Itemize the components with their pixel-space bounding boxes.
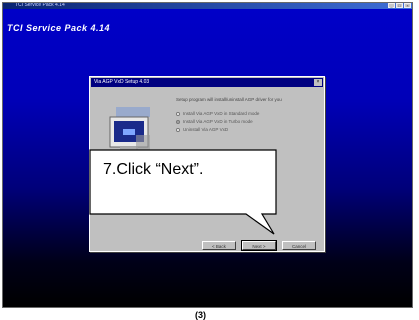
option-standard-mode-label: Install Via AGP VxD in Standard mode xyxy=(183,111,260,116)
radio-uninstall[interactable] xyxy=(176,127,180,132)
dialog-buttons: < Back Next > Cancel xyxy=(202,240,316,251)
maximize-button[interactable]: □ xyxy=(396,3,403,8)
figure-label: (3) xyxy=(195,310,206,320)
dialog-title: Via AGP VxD Setup 4.03 xyxy=(94,79,150,85)
dialog-close-button[interactable]: × xyxy=(314,79,322,86)
cancel-button[interactable]: Cancel xyxy=(282,241,316,250)
callout-text: 7.Click “Next”. xyxy=(103,161,204,178)
window-controls: _ □ × xyxy=(388,3,411,8)
option-uninstall-label: Uninstall Via AGP VxD xyxy=(183,127,229,132)
dialog-titlebar: Via AGP VxD Setup 4.03 × xyxy=(91,78,323,87)
option-turbo-mode-label: Install Via AGP VxD in Turbo mode xyxy=(183,119,253,124)
computer-icon xyxy=(107,107,151,162)
radio-standard-mode[interactable] xyxy=(176,111,180,116)
installer-background: TCI Service Pack 4.14 Via AGP VxD Setup … xyxy=(3,9,412,307)
minimize-button[interactable]: _ xyxy=(388,3,395,8)
next-button[interactable]: Next > xyxy=(241,240,277,251)
installer-window: TCI Service Pack 4.14 _ □ × TCI Service … xyxy=(2,2,413,308)
option-uninstall[interactable]: Uninstall Via AGP VxD xyxy=(176,127,228,132)
window-title: TCI Service Pack 4.14 xyxy=(15,2,65,8)
option-turbo-mode[interactable]: Install Via AGP VxD in Turbo mode xyxy=(176,119,253,124)
radio-turbo-mode[interactable] xyxy=(176,119,180,124)
back-button[interactable]: < Back xyxy=(202,241,236,250)
option-standard-mode[interactable]: Install Via AGP VxD in Standard mode xyxy=(176,111,259,116)
close-button[interactable]: × xyxy=(404,3,411,8)
installer-heading: TCI Service Pack 4.14 xyxy=(7,23,111,33)
setup-prompt: Setup program will install/uninstall AGP… xyxy=(176,97,282,102)
